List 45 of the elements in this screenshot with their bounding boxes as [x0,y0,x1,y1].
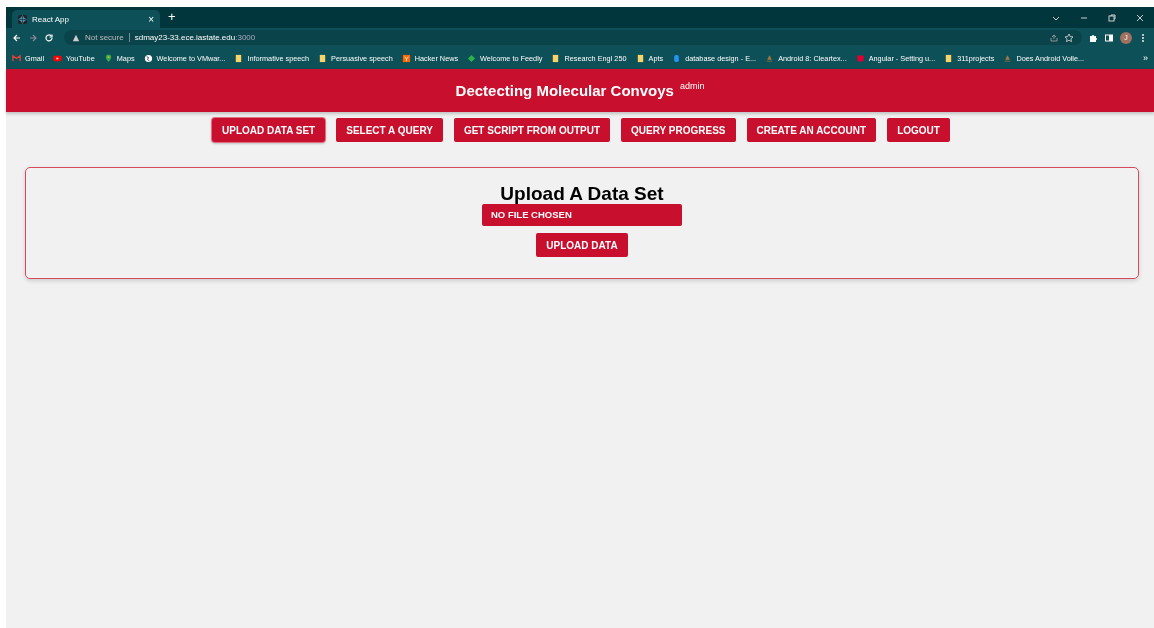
security-label: Not secure [85,33,124,42]
url-text: sdmay23-33.ece.iastate.edu:3000 [134,33,256,42]
close-icon[interactable] [1135,12,1145,23]
file-input[interactable]: NO FILE CHOSEN [482,204,682,226]
close-tab-button[interactable]: × [148,13,154,25]
note-icon [551,53,561,63]
nav-button[interactable]: CREATE AN ACCOUNT [746,118,877,142]
nav-button[interactable]: QUERY PROGRESS [621,118,736,142]
restore-icon[interactable] [1107,12,1117,23]
puzzle-icon[interactable] [1088,32,1098,43]
nav-button[interactable]: UPLOAD DATA SET [212,118,326,142]
new-tab-button[interactable]: + [168,9,176,24]
note-icon [318,53,328,63]
diamond-icon [467,53,477,63]
star-icon[interactable] [1064,32,1074,43]
note-icon [944,53,954,63]
stack-icon [765,53,775,63]
upload-button[interactable]: UPLOAD DATA [536,233,628,257]
app-title: Dectecting Molecular Convoys [455,82,674,99]
tab-title: React App [32,14,70,24]
envelope-icon [12,53,21,63]
map-pin-icon [103,53,113,63]
atom-icon [18,14,27,24]
play-icon [53,53,63,63]
stack-icon [1003,53,1013,63]
username: admin [679,81,705,91]
shield-icon [855,53,865,63]
browser-tab[interactable]: React App × [12,10,160,28]
reload-icon[interactable] [44,32,54,43]
forward-icon[interactable] [28,32,38,43]
share-icon[interactable] [1049,32,1059,43]
globe-icon [143,53,153,63]
note-icon [234,53,244,63]
warning-icon [72,33,80,42]
nav-button[interactable]: LOGOUT [887,118,950,142]
address-bar[interactable]: Not secure sdmay23-33.ece.iastate.edu:3000 [64,30,1082,45]
side-panel-icon[interactable] [1104,32,1114,43]
card-title: Upload A Data Set [500,183,664,205]
more-bookmarks-button[interactable]: » [1143,53,1148,63]
y-logo-icon [401,53,411,63]
note-icon [635,53,645,63]
nav-button[interactable]: SELECT A QUERY [336,118,443,142]
nav-button[interactable]: GET SCRIPT FROM OUTPUT [453,118,611,142]
database-icon [672,53,682,63]
back-icon[interactable] [12,32,22,43]
